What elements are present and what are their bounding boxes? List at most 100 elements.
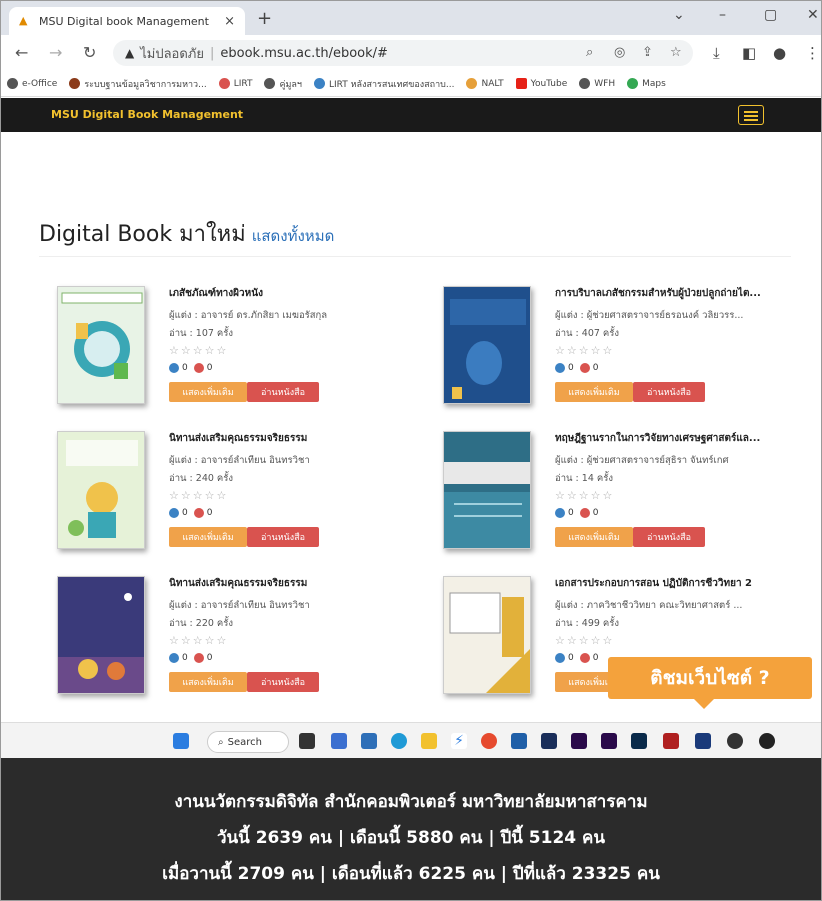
book-title[interactable]: เภสัชภัณฑ์ทางผิวหนัง: [169, 286, 417, 300]
book-cover[interactable]: [443, 576, 531, 694]
book-actions: แสดงเพิ่มเติม อ่านหนังสือ: [169, 382, 417, 402]
profile-icon[interactable]: ●: [773, 44, 786, 62]
book-author: ผู้แต่ง : อาจารย์ลำเทียน อินทรวิชา: [169, 600, 310, 610]
show-all-link[interactable]: แสดงทั้งหมด: [252, 227, 335, 245]
address-bar[interactable]: ▲ ไม่ปลอดภัย | ebook.msu.ac.th/ebook/#: [113, 40, 693, 66]
like-icon[interactable]: [169, 508, 179, 518]
book-actions: แสดงเพิ่มเติม อ่านหนังสือ: [555, 382, 803, 402]
show-more-button[interactable]: แสดงเพิ่มเติม: [169, 382, 247, 402]
dropbox-icon[interactable]: [541, 733, 557, 749]
bookmark-item[interactable]: e-Office: [7, 78, 57, 89]
chrome-icon[interactable]: [481, 733, 497, 749]
dislike-icon[interactable]: [193, 653, 204, 663]
edge-icon[interactable]: [391, 733, 407, 749]
bookmark-item[interactable]: LIRT หลังสารสนเทศของสถาบ...: [314, 77, 454, 91]
app-icon[interactable]: [663, 733, 679, 749]
feedback-popup-button[interactable]: ติชมเว็บไซต์ ?: [608, 657, 812, 699]
bookmark-item[interactable]: YouTube: [515, 78, 567, 89]
forward-icon[interactable]: →: [49, 43, 62, 62]
show-more-button[interactable]: แสดงเพิ่มเติม: [169, 527, 247, 547]
rating-stars[interactable]: ☆☆☆☆☆: [169, 634, 417, 648]
zoom-icon[interactable]: ⌕: [586, 45, 593, 60]
bookmark-item[interactable]: Maps: [627, 78, 666, 89]
sidepanel-icon[interactable]: ◧: [742, 44, 756, 62]
bookmark-label: ระบบฐานข้อมูลวิชาการมหาว...: [84, 79, 207, 90]
vote-row: 0 0: [555, 507, 803, 519]
rating-stars[interactable]: ☆☆☆☆☆: [555, 344, 803, 358]
book-title[interactable]: การบริบาลเภสัชกรรมสำหรับผู้ป่วยปลูกถ่ายไ…: [555, 286, 803, 300]
bookmark-item[interactable]: คู่มูลฯ: [264, 77, 302, 91]
bookmark-item[interactable]: ระบบฐานข้อมูลวิชาการมหาว...: [69, 77, 207, 91]
read-book-button[interactable]: อ่านหนังสือ: [247, 672, 319, 692]
share-icon[interactable]: ⇪: [642, 45, 653, 60]
book-title[interactable]: นิทานส่งเสริมคุณธรรมจริยธรรม: [169, 431, 417, 445]
rating-stars[interactable]: ☆☆☆☆☆: [169, 344, 417, 358]
like-icon[interactable]: [169, 653, 179, 663]
reload-icon[interactable]: ↻: [83, 43, 96, 62]
taskbar-search[interactable]: ⌕ Search: [207, 731, 289, 753]
mail-icon[interactable]: [511, 733, 527, 749]
close-window-icon[interactable]: ✕: [807, 7, 819, 23]
maximize-icon[interactable]: ▢: [764, 7, 777, 23]
minimize-icon[interactable]: –: [719, 7, 726, 23]
bookmark-star-icon[interactable]: ☆: [670, 45, 682, 60]
new-tab-button[interactable]: +: [257, 8, 272, 29]
hamburger-menu-icon[interactable]: [738, 105, 764, 125]
warning-icon[interactable]: ▲: [125, 46, 134, 60]
like-icon[interactable]: [555, 363, 565, 373]
file-explorer-icon[interactable]: [421, 733, 437, 749]
book-cover[interactable]: [57, 431, 145, 549]
dislike-icon[interactable]: [579, 363, 590, 373]
read-book-button[interactable]: อ่านหนังสือ: [633, 382, 705, 402]
read-book-button[interactable]: อ่านหนังสือ: [247, 527, 319, 547]
book-title[interactable]: นิทานส่งเสริมคุณธรรมจริยธรรม: [169, 576, 417, 590]
dislike-icon[interactable]: [193, 508, 204, 518]
browser-tab[interactable]: ▲ MSU Digital book Management ×: [9, 7, 245, 35]
menu-dots-icon[interactable]: ⋮: [805, 44, 820, 62]
task-view-icon[interactable]: [299, 733, 315, 749]
bolt-icon[interactable]: ⚡: [451, 733, 467, 749]
after-effects-icon[interactable]: [571, 733, 587, 749]
windows-start-icon[interactable]: [173, 733, 189, 749]
read-book-button[interactable]: อ่านหนังสือ: [247, 382, 319, 402]
tab-search-icon[interactable]: ⌄: [673, 7, 685, 23]
bookmark-item[interactable]: NALT: [466, 78, 504, 89]
like-count: 0: [568, 363, 574, 373]
dislike-icon[interactable]: [193, 363, 204, 373]
show-more-button[interactable]: แสดงเพิ่มเติม: [555, 527, 633, 547]
premiere-icon[interactable]: [601, 733, 617, 749]
rating-stars[interactable]: ☆☆☆☆☆: [169, 489, 417, 503]
book-cover[interactable]: [443, 286, 531, 404]
back-icon[interactable]: ←: [15, 43, 28, 62]
widgets-icon[interactable]: [361, 733, 377, 749]
site-brand[interactable]: MSU Digital Book Management: [51, 108, 243, 121]
app-icon[interactable]: [727, 733, 743, 749]
show-more-button[interactable]: แสดงเพิ่มเติม: [169, 672, 247, 692]
rating-stars[interactable]: ☆☆☆☆☆: [555, 489, 803, 503]
book-title[interactable]: ทฤษฎีฐานรากในการวิจัยทางเศรษฐศาสตร์แล...: [555, 431, 803, 445]
rating-stars[interactable]: ☆☆☆☆☆: [555, 634, 803, 648]
dislike-count: 0: [206, 363, 213, 373]
book-cover[interactable]: [57, 286, 145, 404]
book-title[interactable]: เอกสารประกอบการสอน ปฏิบัติการชีววิทยา 2: [555, 576, 803, 590]
app-icon[interactable]: [695, 733, 711, 749]
show-more-button[interactable]: แสดงเพิ่มเติม: [555, 382, 633, 402]
like-icon[interactable]: [169, 363, 179, 373]
read-book-button[interactable]: อ่านหนังสือ: [633, 527, 705, 547]
book-cover[interactable]: [443, 431, 531, 549]
app-icon[interactable]: [759, 733, 775, 749]
book-author: ผู้แต่ง : ผู้ช่วยศาสตราจารย์สุธิรา จันทร…: [555, 455, 729, 465]
photoshop-icon[interactable]: [631, 733, 647, 749]
vote-row: 0 0: [169, 362, 417, 374]
like-icon[interactable]: [555, 508, 565, 518]
teams-icon[interactable]: [331, 733, 347, 749]
eye-off-icon[interactable]: ◎: [614, 45, 625, 60]
download-icon[interactable]: ⤓: [713, 44, 720, 62]
dislike-icon[interactable]: [579, 508, 590, 518]
like-icon[interactable]: [555, 653, 565, 663]
bookmark-item[interactable]: LIRT: [218, 78, 252, 89]
book-cover[interactable]: [57, 576, 145, 694]
bookmark-item[interactable]: WFH: [579, 78, 615, 89]
tab-close-icon[interactable]: ×: [224, 14, 235, 29]
dislike-icon[interactable]: [579, 653, 590, 663]
